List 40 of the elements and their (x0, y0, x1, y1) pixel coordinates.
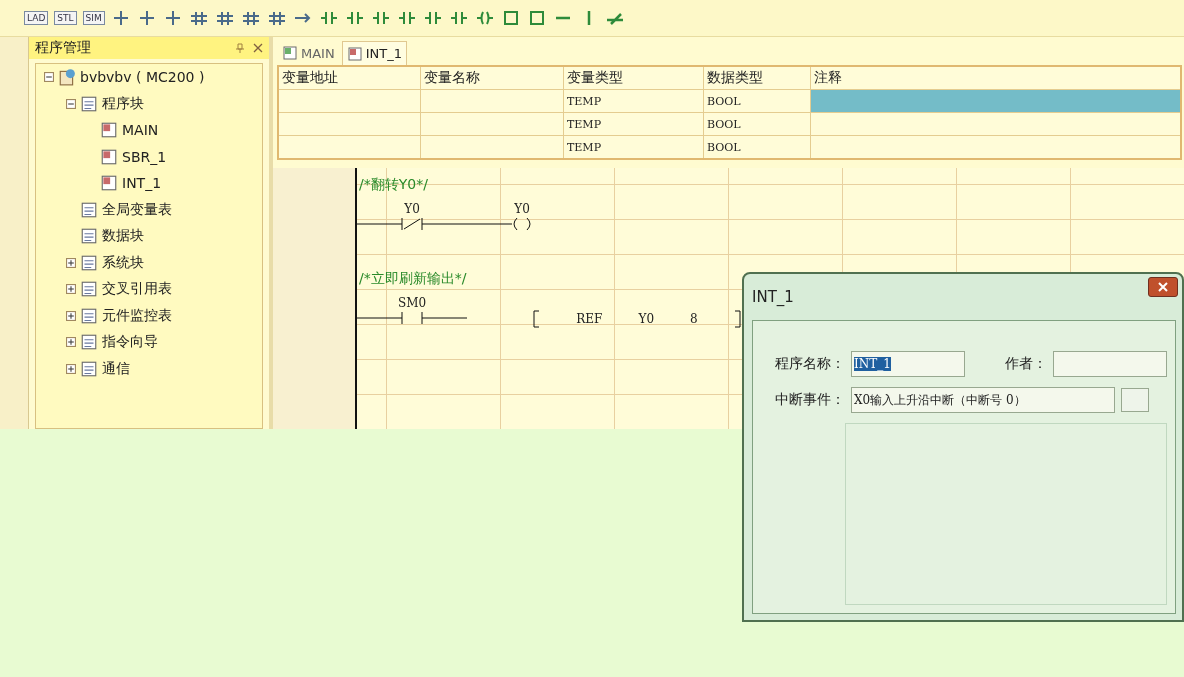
column-header: 变量名称 (420, 66, 564, 90)
mode-button[interactable]: STL (54, 11, 77, 25)
tree-item[interactable]: INT_1 (122, 175, 162, 192)
tree-item[interactable]: 指令向导 (102, 333, 158, 352)
input-field[interactable]: X0输入上升沿中断（中断号 0） (851, 387, 1115, 413)
operand-label: Y0 (514, 202, 530, 216)
tree-item[interactable]: MAIN (122, 122, 159, 139)
network-comment: /*立即刷新输出*/ (358, 269, 467, 288)
instruction-operand: Y0 (638, 312, 654, 326)
column-header: 数据类型 (703, 66, 811, 90)
table-cell: TEMP (563, 112, 704, 136)
input-field[interactable]: INT_1 (851, 351, 965, 377)
mode-button[interactable]: SIM (82, 11, 105, 25)
field-label: 中断事件： (775, 391, 845, 409)
tree-item[interactable]: bvbvbv ( MC200 ) (80, 69, 205, 86)
tree-item[interactable]: 元件监控表 (102, 306, 172, 325)
editor-tab[interactable]: INT_1 (341, 41, 407, 65)
network-comment: /*翻转Y0*/ (358, 175, 428, 194)
field-label: 程序名称： (775, 355, 845, 373)
field-label: 作者： (1005, 355, 1047, 373)
editor-tab[interactable]: MAIN (277, 41, 340, 65)
column-header: 变量地址 (278, 66, 421, 90)
dialog-title: INT_1 (752, 288, 794, 306)
table-cell: TEMP (563, 89, 704, 113)
tree-item[interactable]: 程序块 (102, 94, 144, 113)
table-cell: BOOL (703, 112, 811, 136)
tree-item[interactable]: SBR_1 (122, 148, 167, 165)
tree-item[interactable]: 通信 (102, 359, 130, 378)
tree-item[interactable]: 数据块 (102, 227, 144, 246)
operand-label: Y0 (404, 202, 420, 216)
tree-item[interactable]: 系统块 (102, 253, 144, 272)
tree-item[interactable]: 全局变量表 (102, 200, 172, 219)
table-cell: BOOL (703, 89, 811, 113)
column-header: 变量类型 (563, 66, 704, 90)
panel-title: 程序管理 (35, 39, 92, 57)
mode-button[interactable]: LAD (24, 11, 49, 25)
tree-item[interactable]: 交叉引用表 (102, 280, 172, 299)
instruction-operand: 8 (690, 312, 698, 326)
operand-label: SM0 (397, 296, 427, 310)
instruction-operand: REF (576, 312, 603, 326)
